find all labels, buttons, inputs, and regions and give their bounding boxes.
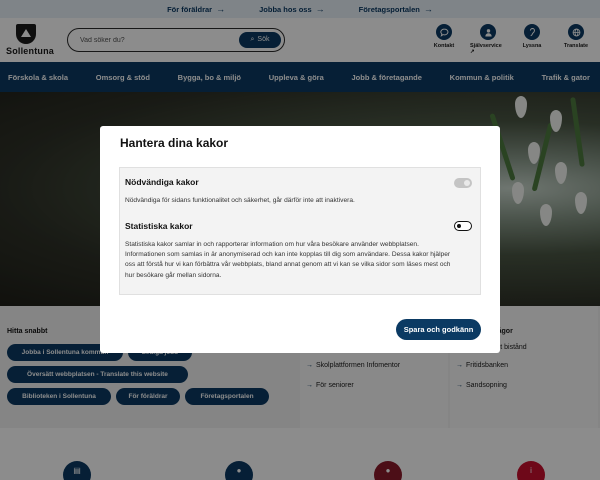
necessary-cookies-description: Nödvändiga för sidans funktionalitet och… <box>125 197 355 204</box>
toggle-knob <box>464 180 470 186</box>
cookie-dialog: Hantera dina kakor Nödvändiga kakor Nödv… <box>100 126 500 353</box>
necessary-cookies-toggle <box>454 178 472 188</box>
statistics-cookies-toggle[interactable] <box>454 221 472 231</box>
cookie-settings-panel: Nödvändiga kakor Nödvändiga för sidans f… <box>119 167 481 295</box>
save-and-accept-button[interactable]: Spara och godkänn <box>396 319 481 340</box>
toggle-knob <box>456 223 461 228</box>
necessary-cookies-title: Nödvändiga kakor <box>125 177 199 187</box>
statistics-cookies-title: Statistiska kakor <box>125 221 193 231</box>
statistics-cookies-description: Statistiska kakor samlar in och rapporte… <box>125 241 451 279</box>
cookie-dialog-title: Hantera dina kakor <box>120 136 229 150</box>
